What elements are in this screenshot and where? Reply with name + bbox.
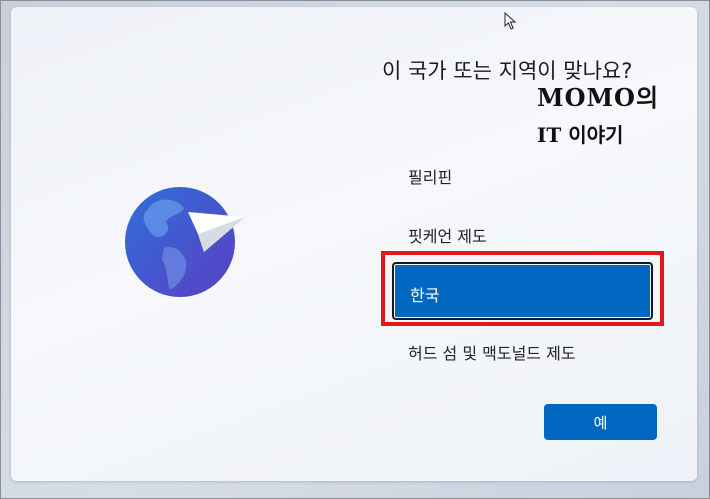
country-option-philippines[interactable]: 필리핀 (408, 164, 452, 188)
watermark: MOMO의 IT 이야기 (537, 78, 659, 148)
country-option-pitcairn[interactable]: 핏케언 제도 (408, 223, 487, 247)
country-option-korea-selected[interactable]: 한국 (392, 262, 653, 320)
globe-paper-plane-icon (125, 187, 245, 297)
watermark-line-1: MOMO의 (537, 83, 660, 112)
watermark-line-2: IT 이야기 (537, 123, 624, 147)
selected-country-label: 한국 (410, 286, 440, 305)
yes-button[interactable]: 예 (544, 404, 657, 440)
country-option-heard-mcdonald[interactable]: 허드 섬 및 맥도널드 제도 (408, 340, 576, 364)
mouse-cursor-icon (504, 12, 517, 30)
